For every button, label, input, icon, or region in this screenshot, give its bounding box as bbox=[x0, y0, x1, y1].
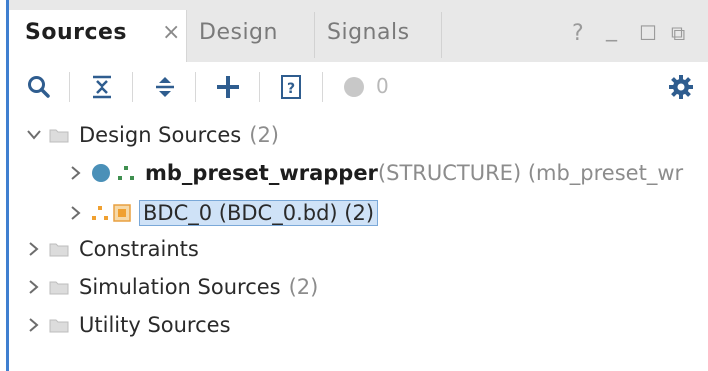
toolbar: ? 0 bbox=[9, 62, 708, 112]
tree-node-label: Utility Sources bbox=[79, 313, 231, 337]
tree-node-constraints[interactable]: Constraints bbox=[25, 230, 199, 268]
folder-icon bbox=[49, 127, 69, 143]
tree-node-label: Constraints bbox=[79, 237, 199, 261]
tree-node-count: (2) bbox=[249, 123, 279, 147]
maximize-icon[interactable]: ☐ bbox=[639, 13, 657, 53]
folder-icon bbox=[49, 279, 69, 295]
help-icon[interactable]: ? bbox=[572, 14, 584, 54]
tree-node-utility-sources[interactable]: Utility Sources bbox=[25, 306, 231, 344]
tree-node-bdc-0[interactable]: BDC_0 (BDC_0.bd) (2) bbox=[67, 194, 379, 232]
block-design-hierarchy-icon bbox=[91, 205, 109, 221]
toolbar-divider bbox=[195, 72, 196, 102]
settings-icon[interactable] bbox=[666, 72, 696, 102]
tab-signals[interactable]: Signals bbox=[327, 10, 437, 62]
status-circle-icon[interactable] bbox=[339, 72, 369, 102]
module-detail: (STRUCTURE) (mb_preset_wr bbox=[377, 161, 684, 185]
minimize-icon[interactable]: _ bbox=[606, 10, 617, 50]
chevron-right-icon[interactable] bbox=[25, 278, 43, 296]
toolbar-divider bbox=[259, 72, 260, 102]
tree-node-mb-preset-wrapper[interactable]: mb_preset_wrapper (STRUCTURE) (mb_preset… bbox=[67, 154, 683, 192]
block-design-icon bbox=[113, 204, 131, 222]
toolbar-divider bbox=[132, 72, 133, 102]
tab-design[interactable]: Design bbox=[199, 10, 309, 62]
source-tree: Design Sources (2) mb_preset_wrapper (ST… bbox=[9, 112, 708, 371]
tree-node-label: Design Sources bbox=[79, 123, 242, 147]
sources-panel: Sources × Design Signals ? _ ☐ ⧉ ? 0 Des… bbox=[0, 0, 708, 371]
svg-text:?: ? bbox=[287, 81, 295, 97]
tree-node-design-sources[interactable]: Design Sources (2) bbox=[25, 116, 279, 154]
hierarchy-icon bbox=[117, 165, 135, 181]
toolbar-divider bbox=[322, 72, 323, 102]
tab-divider bbox=[441, 12, 442, 58]
tree-node-simulation-sources[interactable]: Simulation Sources (2) bbox=[25, 268, 318, 306]
folder-icon bbox=[49, 317, 69, 333]
collapse-all-icon[interactable] bbox=[87, 72, 117, 102]
chevron-right-icon[interactable] bbox=[67, 204, 85, 222]
add-icon[interactable] bbox=[213, 72, 243, 102]
help-doc-icon[interactable]: ? bbox=[276, 72, 306, 102]
search-icon[interactable] bbox=[24, 72, 54, 102]
status-count: 0 bbox=[376, 74, 389, 98]
close-icon[interactable]: × bbox=[162, 10, 181, 56]
chevron-right-icon[interactable] bbox=[25, 240, 43, 258]
folder-icon bbox=[49, 241, 69, 257]
tab-design-label: Design bbox=[199, 20, 278, 45]
module-name: mb_preset_wrapper bbox=[145, 161, 378, 185]
chevron-right-icon[interactable] bbox=[67, 164, 85, 182]
selected-node-label: BDC_0 (BDC_0.bd) (2) bbox=[139, 200, 379, 226]
tab-sources-label: Sources bbox=[25, 20, 128, 45]
top-module-dot-icon bbox=[91, 163, 111, 183]
chevron-right-icon[interactable] bbox=[25, 316, 43, 334]
expand-all-icon[interactable] bbox=[150, 72, 180, 102]
tab-signals-label: Signals bbox=[327, 20, 410, 45]
tree-node-label: Simulation Sources bbox=[79, 275, 281, 299]
tree-node-count: (2) bbox=[288, 275, 319, 299]
tab-divider bbox=[314, 12, 315, 58]
tab-bar: Sources × Design Signals ? _ ☐ ⧉ bbox=[9, 0, 708, 63]
chevron-down-icon[interactable] bbox=[25, 126, 43, 144]
tab-sources[interactable]: Sources × bbox=[9, 10, 187, 62]
toolbar-divider bbox=[69, 72, 70, 102]
restore-icon[interactable]: ⧉ bbox=[671, 13, 685, 53]
